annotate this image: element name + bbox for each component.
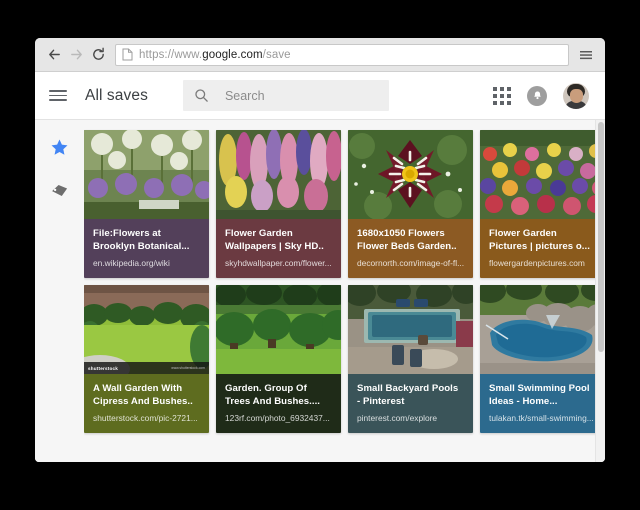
card-meta: Small Swimming Pool Ideas - Home... tula… <box>480 374 605 433</box>
card-meta: 1680x1050 Flowers Flower Beds Garden.. d… <box>348 219 473 278</box>
card-url: flowergardenpictures.com <box>489 258 585 268</box>
search-placeholder: Search <box>224 88 265 103</box>
card-url: skyhdwallpaper.com/flower... <box>225 258 332 268</box>
save-card[interactable]: Small Swimming Pool Ideas - Home... tula… <box>480 285 605 433</box>
card-meta: Flower Garden Wallpapers | Sky HD.. skyh… <box>216 219 341 278</box>
url-path: /save <box>262 48 291 61</box>
save-card[interactable]: Small Backyard Pools - Pinterest pintere… <box>348 285 473 433</box>
url-host: google.com <box>202 48 263 61</box>
save-card[interactable]: Flower Garden Wallpapers | Sky HD.. skyh… <box>216 130 341 278</box>
save-card[interactable]: Garden. Group Of Trees And Bushes.... 12… <box>216 285 341 433</box>
card-url: decornorth.com/image-of-fl... <box>357 258 464 268</box>
card-thumbnail <box>480 130 605 219</box>
search-input[interactable]: Search <box>182 80 389 111</box>
browser-window: https://www.google.com/save All saves Se… <box>35 38 605 462</box>
url-text: https://www.google.com/save <box>139 49 291 61</box>
page-document-icon <box>122 48 133 61</box>
card-title: A Wall Garden With Cipress And Bushes.. <box>93 383 193 407</box>
card-url: shutterstock.com/pic-2721... <box>93 413 198 423</box>
search-icon <box>194 88 209 103</box>
card-url: 123rf.com/photo_6932437... <box>225 413 330 423</box>
card-thumbnail <box>480 285 605 374</box>
save-card[interactable]: Flower Garden Pictures | pictures o... f… <box>480 130 605 278</box>
card-meta: Garden. Group Of Trees And Bushes.... 12… <box>216 374 341 433</box>
card-title: Garden. Group Of Trees And Bushes.... <box>225 383 321 407</box>
watermark-url: www.shutterstock.com <box>171 366 205 370</box>
app-header: All saves Search <box>35 72 605 120</box>
card-thumbnail <box>216 285 341 374</box>
content-area: File:Flowers at Brooklyn Botanical... en… <box>35 120 605 462</box>
apps-grid-icon[interactable] <box>493 86 511 105</box>
tag-icon <box>52 184 68 196</box>
card-url: tulakan.tk/small-swimming... <box>489 413 594 423</box>
page-title: All saves <box>85 86 148 104</box>
card-thumbnail: shutterstock www.shutterstock.com <box>84 285 209 374</box>
card-meta: File:Flowers at Brooklyn Botanical... en… <box>84 219 209 278</box>
save-card[interactable]: shutterstock www.shutterstock.com A Wall… <box>84 285 209 433</box>
card-meta: Flower Garden Pictures | pictures o... f… <box>480 219 605 278</box>
saves-grid-container: File:Flowers at Brooklyn Botanical... en… <box>84 120 605 462</box>
save-card[interactable]: 1680x1050 Flowers Flower Beds Garden.. d… <box>348 130 473 278</box>
image-watermark: shutterstock www.shutterstock.com <box>84 362 209 374</box>
reload-icon[interactable] <box>87 44 109 66</box>
card-thumbnail <box>84 130 209 219</box>
card-title: 1680x1050 Flowers Flower Beds Garden.. <box>357 228 457 252</box>
card-title: Flower Garden Wallpapers | Sky HD.. <box>225 228 324 252</box>
browser-toolbar: https://www.google.com/save <box>35 38 605 72</box>
sidebar-rail <box>35 120 84 462</box>
card-meta: A Wall Garden With Cipress And Bushes.. … <box>84 374 209 433</box>
save-card[interactable]: File:Flowers at Brooklyn Botanical... en… <box>84 130 209 278</box>
url-scheme: https://www. <box>139 48 203 61</box>
saves-grid: File:Flowers at Brooklyn Botanical... en… <box>84 130 605 433</box>
screenshot-root: https://www.google.com/save All saves Se… <box>0 0 640 510</box>
card-thumbnail <box>348 285 473 374</box>
card-thumbnail <box>216 130 341 219</box>
star-icon <box>51 139 68 155</box>
scrollbar-thumb[interactable] <box>598 122 604 352</box>
sidebar-item-labels[interactable] <box>49 180 71 202</box>
card-thumbnail <box>348 130 473 219</box>
chrome-menu-icon[interactable] <box>575 44 597 66</box>
hamburger-menu-icon[interactable] <box>49 85 71 107</box>
forward-arrow-icon <box>65 44 87 66</box>
card-url: pinterest.com/explore <box>357 413 438 423</box>
sidebar-item-saves[interactable] <box>49 136 71 158</box>
notification-bell-icon[interactable] <box>527 85 547 106</box>
card-url: en.wikipedia.org/wiki <box>93 258 170 268</box>
card-meta: Small Backyard Pools - Pinterest pintere… <box>348 374 473 433</box>
card-title: Small Backyard Pools - Pinterest <box>357 383 459 407</box>
vertical-scrollbar[interactable] <box>595 120 605 462</box>
card-title: Small Swimming Pool Ideas - Home... <box>489 383 590 407</box>
avatar[interactable] <box>563 82 589 109</box>
back-arrow-icon[interactable] <box>43 44 65 66</box>
header-actions <box>493 82 589 109</box>
watermark-brand: shutterstock <box>88 365 118 371</box>
card-title: Flower Garden Pictures | pictures o... <box>489 228 590 252</box>
address-bar[interactable]: https://www.google.com/save <box>115 43 569 66</box>
card-title: File:Flowers at Brooklyn Botanical... <box>93 228 190 252</box>
